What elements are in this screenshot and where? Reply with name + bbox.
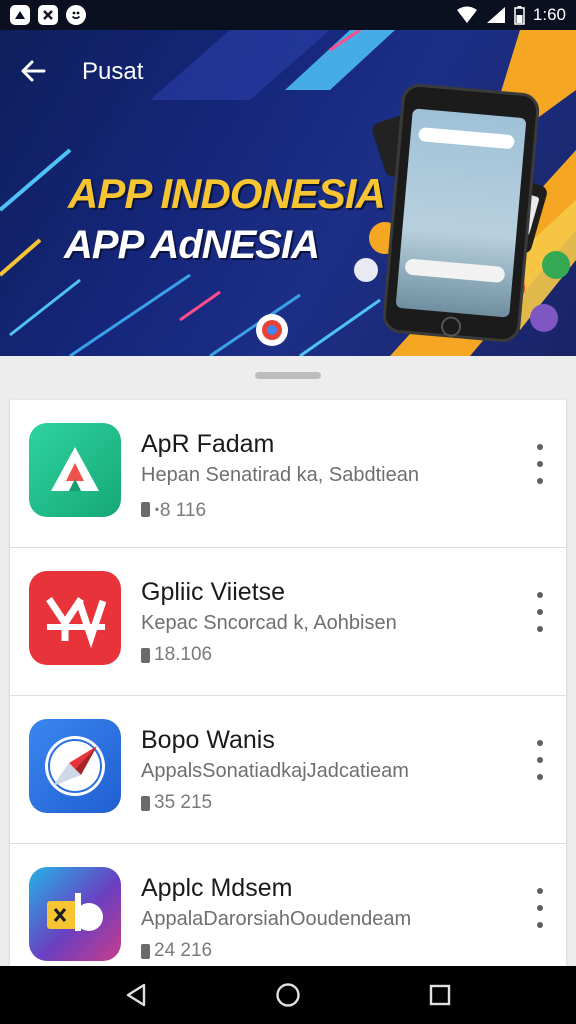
app-meta-value: ꞏ8 116 xyxy=(154,500,207,521)
wifi-icon xyxy=(456,6,477,23)
notification-icon xyxy=(10,5,30,25)
banner-subheadline: APP AdNESIA xyxy=(64,223,320,267)
phone-illustration xyxy=(381,82,541,344)
app-description: Hepan Senatirad ka, Sabdtiean xyxy=(141,464,419,486)
more-options-icon[interactable] xyxy=(530,444,550,484)
triangle-logo-icon xyxy=(29,423,121,517)
more-options-icon[interactable] xyxy=(530,740,550,780)
size-icon xyxy=(141,501,150,517)
app-meta-value: 35 215 xyxy=(154,792,213,813)
status-left-icons xyxy=(10,5,86,25)
yv-logo-icon xyxy=(29,571,121,665)
close-box-icon xyxy=(38,5,58,25)
navigation-bar xyxy=(0,966,576,1024)
list-item[interactable]: Applc Mdsem AppalaDarorsiahOoudendeam 24… xyxy=(10,844,566,966)
app-name: Bopo Wanis xyxy=(141,726,275,754)
nav-recents-icon[interactable] xyxy=(420,975,460,1015)
size-icon xyxy=(141,647,150,663)
app-meta: 24 216 xyxy=(141,940,212,962)
app-name: Applc Mdsem xyxy=(141,874,293,902)
app-description: Kepac Sncorcad k, Aohbisen xyxy=(141,612,397,634)
compass-icon xyxy=(29,719,121,813)
status-bar: 1:60 xyxy=(0,0,576,30)
smile-icon xyxy=(66,5,86,25)
app-description: AppalaDarorsiahOoudendeam xyxy=(141,908,412,930)
size-icon xyxy=(141,943,150,959)
puzzle-logo-icon xyxy=(29,867,121,961)
status-right: 1:60 xyxy=(456,5,566,25)
app-meta: ꞏ8 116 xyxy=(141,496,206,522)
app-list: ApR Fadam Hepan Senatirad ka, Sabdtiean … xyxy=(10,400,566,966)
nav-home-icon[interactable] xyxy=(268,975,308,1015)
app-name: Gpliic Viietse xyxy=(141,578,286,606)
page-title: Pusat xyxy=(82,58,144,85)
back-icon[interactable] xyxy=(18,56,48,86)
banner-headline: APP INDONESIA xyxy=(68,170,386,217)
app-name: ApR Fadam xyxy=(141,430,275,458)
size-icon xyxy=(141,795,150,811)
battery-icon xyxy=(514,5,525,25)
app-meta: 18.106 xyxy=(141,644,212,666)
list-item[interactable]: Gpliic Viietse Kepac Sncorcad k, Aohbise… xyxy=(10,548,566,696)
more-options-icon[interactable] xyxy=(530,592,550,632)
list-item[interactable]: Bopo Wanis AppalsSonatiadkajJadcatieam 3… xyxy=(10,696,566,844)
app-description: AppalsSonatiadkajJadcatieam xyxy=(141,760,409,782)
hero-banner: Pusat APP INDONESIA APP AdNESIA xyxy=(0,30,576,356)
more-options-icon[interactable] xyxy=(530,888,550,928)
status-time: 1:60 xyxy=(532,5,566,24)
nav-back-icon[interactable] xyxy=(116,975,156,1015)
app-meta: 35 215 xyxy=(141,792,212,814)
signal-icon xyxy=(486,7,505,23)
list-item[interactable]: ApR Fadam Hepan Senatirad ka, Sabdtiean … xyxy=(10,400,566,548)
app-meta-value: 24 216 xyxy=(154,940,213,961)
drag-handle[interactable] xyxy=(255,372,321,379)
app-meta-value: 18.106 xyxy=(154,644,213,665)
